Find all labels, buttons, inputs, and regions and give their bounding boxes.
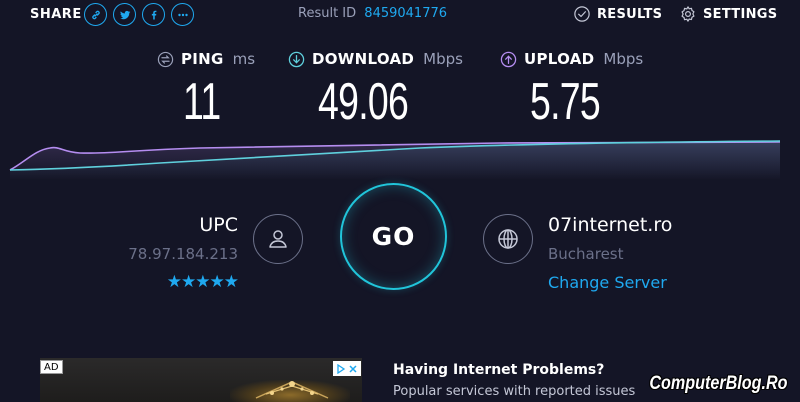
server-city: Bucharest bbox=[548, 245, 624, 263]
result-id: Result ID 8459041776 bbox=[298, 6, 447, 21]
share-icons bbox=[84, 3, 194, 26]
ad-description: Popular services with reported issues bbox=[393, 384, 636, 399]
ping-label: PING bbox=[181, 50, 224, 68]
isp-rating-stars[interactable]: ★★★★★ bbox=[167, 272, 239, 292]
isp-ip: 78.97.184.213 bbox=[128, 245, 238, 263]
link-icon[interactable] bbox=[84, 3, 107, 26]
upload-unit: Mbps bbox=[603, 50, 644, 68]
download-metric: DOWNLOAD Mbps 49.06 bbox=[288, 50, 463, 128]
ad-badge[interactable]: AD bbox=[40, 360, 63, 374]
result-id-link[interactable]: 8459041776 bbox=[364, 6, 447, 21]
ping-value: 11 bbox=[183, 73, 221, 131]
results-button[interactable]: RESULTS bbox=[573, 5, 662, 23]
share-label: SHARE bbox=[30, 7, 82, 22]
speed-graph bbox=[9, 140, 781, 180]
results-label: RESULTS bbox=[597, 6, 663, 22]
adchoices-icon[interactable] bbox=[333, 361, 361, 376]
more-icon[interactable] bbox=[171, 3, 194, 26]
watermark: ComputerBlog.Ro bbox=[649, 373, 788, 394]
download-unit: Mbps bbox=[423, 50, 463, 68]
upload-value: 5.75 bbox=[530, 73, 601, 131]
user-icon bbox=[253, 214, 303, 264]
facebook-icon[interactable] bbox=[142, 3, 165, 26]
check-circle-icon bbox=[573, 5, 591, 23]
go-label: GO bbox=[371, 222, 416, 251]
server-name: 07internet.ro bbox=[548, 214, 673, 236]
download-icon bbox=[288, 51, 305, 68]
change-server-link[interactable]: Change Server bbox=[548, 273, 667, 292]
twitter-icon[interactable] bbox=[113, 3, 136, 26]
globe-icon bbox=[483, 214, 533, 264]
upload-icon bbox=[500, 51, 517, 68]
download-value: 49.06 bbox=[318, 73, 409, 131]
chandelier-image bbox=[255, 381, 329, 399]
top-bar: SHARE Result ID 8459041776 RESULTS SETTI… bbox=[0, 0, 800, 30]
ad-title[interactable]: Having Internet Problems? bbox=[393, 362, 604, 378]
ping-icon bbox=[157, 51, 174, 68]
settings-button[interactable]: SETTINGS bbox=[679, 5, 777, 23]
ping-metric: PING ms 11 bbox=[157, 50, 256, 128]
ad-image[interactable] bbox=[40, 358, 362, 402]
upload-metric: UPLOAD Mbps 5.75 bbox=[500, 50, 644, 128]
isp-name: UPC bbox=[199, 214, 238, 236]
gear-icon bbox=[679, 5, 697, 23]
upload-label: UPLOAD bbox=[524, 50, 595, 68]
settings-label: SETTINGS bbox=[703, 6, 778, 22]
ping-unit: ms bbox=[232, 50, 256, 68]
download-label: DOWNLOAD bbox=[312, 50, 415, 68]
result-id-label: Result ID bbox=[298, 6, 357, 21]
go-button[interactable]: GO bbox=[340, 183, 447, 290]
